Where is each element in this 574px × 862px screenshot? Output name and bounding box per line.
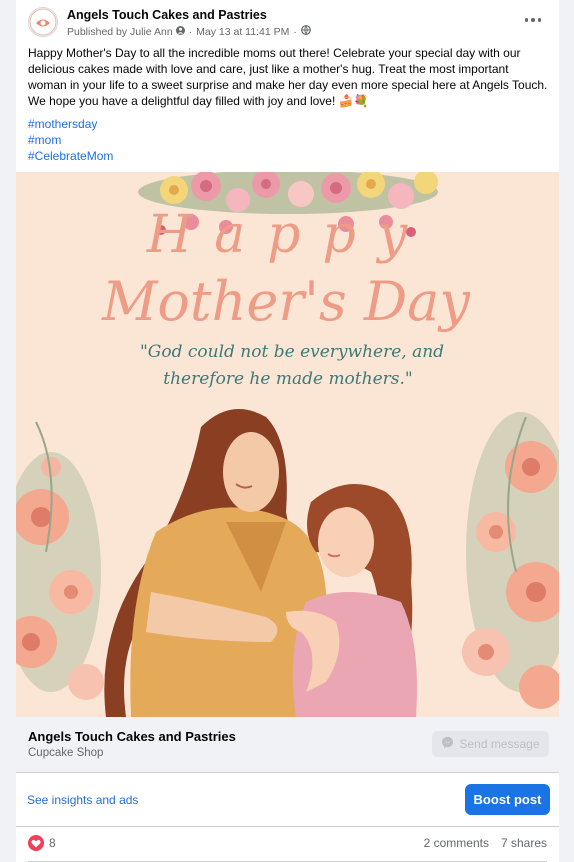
quote-line: "God could not be everywhere, and: [140, 342, 444, 362]
reactions-summary[interactable]: 8: [28, 835, 56, 851]
strip-page-name[interactable]: Angels Touch Cakes and Pastries: [28, 729, 236, 744]
insights-row: See insights and ads Boost post: [16, 772, 559, 826]
headline-text: Happy: [146, 205, 429, 265]
meta-separator: ·: [188, 25, 193, 38]
post-text-line: We hope you have a delightful day filled…: [28, 94, 369, 108]
hashtag-link[interactable]: #mothersday: [28, 116, 113, 132]
page-info-strip: Angels Touch Cakes and Pastries Cupcake …: [16, 717, 559, 772]
hashtag-list: #mothersday #mom #CelebrateMom: [28, 116, 113, 164]
page-category: Cupcake Shop: [28, 747, 104, 759]
send-message-label: Send message: [459, 737, 540, 751]
page-name[interactable]: Angels Touch Cakes and Pastries: [67, 8, 267, 22]
post-date[interactable]: May 13 at 11:41 PM: [196, 26, 289, 38]
quote-line: therefore he made mothers.": [163, 369, 412, 389]
comments-count[interactable]: 2 comments: [424, 836, 489, 850]
post-text-line: delicious cakes made with love and care,…: [28, 62, 509, 76]
post-meta: Published by Julie Ann · May 13 at 11:41…: [67, 25, 311, 38]
messenger-icon: [441, 736, 454, 752]
post-text: Happy Mother's Day to all the incredible…: [28, 45, 548, 109]
globe-icon: [300, 25, 311, 38]
published-by[interactable]: Published by Julie Ann: [67, 26, 173, 38]
boost-post-button[interactable]: Boost post: [465, 784, 550, 815]
shares-count[interactable]: 7 shares: [501, 836, 547, 850]
post-image[interactable]: Happy Mother's Day "God could not be eve…: [16, 172, 559, 717]
reaction-count: 8: [49, 836, 56, 850]
profile-verified-icon: [175, 25, 185, 38]
page-avatar[interactable]: [28, 7, 58, 37]
more-options-icon[interactable]: [521, 10, 545, 30]
insights-link[interactable]: See insights and ads: [27, 793, 138, 807]
hashtag-link[interactable]: #mom: [28, 132, 113, 148]
post-text-line: woman in your life to a sweet surprise a…: [28, 78, 548, 92]
love-reaction-icon: [28, 835, 44, 851]
engagement-stats: 8 2 comments 7 shares: [16, 826, 559, 862]
post-text-line: Happy Mother's Day to all the incredible…: [28, 46, 521, 60]
subheadline-text: Mother's Day: [101, 270, 471, 333]
engagement-counts: 2 comments 7 shares: [424, 836, 547, 850]
post-header: Angels Touch Cakes and Pastries Publishe…: [16, 0, 559, 42]
post-card: Angels Touch Cakes and Pastries Publishe…: [16, 0, 559, 862]
meta-separator: ·: [293, 25, 297, 38]
send-message-button[interactable]: Send message: [432, 731, 549, 757]
hashtag-link[interactable]: #CelebrateMom: [28, 148, 113, 164]
